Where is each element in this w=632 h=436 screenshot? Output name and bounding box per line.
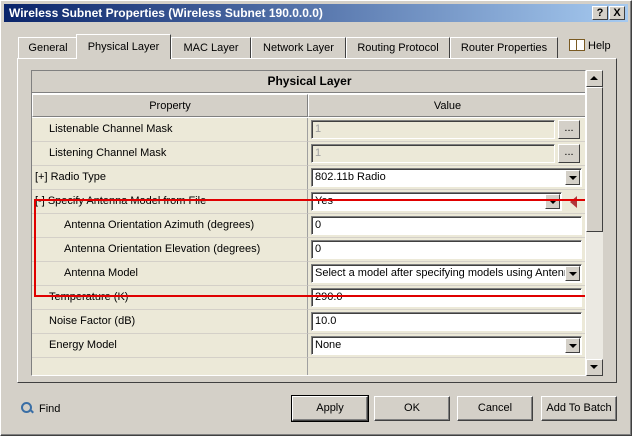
column-header-property[interactable]: Property	[32, 94, 308, 117]
temperature-input[interactable]: 290.0	[311, 288, 582, 307]
grid-blank-area	[32, 358, 585, 375]
column-header-value[interactable]: Value	[308, 94, 585, 117]
help-label: Help	[588, 40, 611, 52]
tab-router-properties[interactable]: Router Properties	[450, 37, 558, 58]
window-title: Wireless Subnet Properties (Wireless Sub…	[9, 6, 323, 20]
property-row: [+] Radio Type 802.11b Radio	[32, 166, 585, 190]
close-button[interactable]: X	[609, 6, 625, 20]
blank-property-cell	[32, 358, 308, 375]
elevation-input[interactable]: 0	[311, 240, 582, 259]
dropdown-value: Yes	[315, 195, 333, 207]
tab-network-layer[interactable]: Network Layer	[251, 37, 346, 58]
find-link[interactable]: Find	[21, 401, 60, 417]
property-row: Temperature (K) 290.0	[32, 286, 585, 310]
property-grid: Physical Layer Property Value Listenable…	[31, 70, 586, 376]
antenna-model-file-dropdown[interactable]: Yes	[311, 192, 562, 211]
help-link[interactable]: Help	[569, 38, 611, 54]
apply-button[interactable]: Apply	[291, 395, 369, 422]
property-row: Listening Channel Mask 1 ...	[32, 142, 585, 166]
tab-mac-layer[interactable]: MAC Layer	[171, 37, 251, 58]
property-value-cell: 0	[308, 214, 585, 238]
radio-type-dropdown[interactable]: 802.11b Radio	[311, 168, 582, 187]
property-name[interactable]: [-] Specify Antenna Model from File	[32, 190, 308, 214]
property-name: Antenna Orientation Azimuth (degrees)	[32, 214, 308, 238]
blank-value-cell	[308, 358, 585, 375]
title-bar[interactable]: Wireless Subnet Properties (Wireless Sub…	[4, 4, 628, 22]
property-value-cell: 0	[308, 238, 585, 262]
property-row: Listenable Channel Mask 1 ...	[32, 118, 585, 142]
tab-general[interactable]: General	[18, 37, 78, 58]
dropdown-value: 802.11b Radio	[315, 171, 386, 183]
property-row: [-] Specify Antenna Model from File Yes	[32, 190, 585, 214]
dropdown-value: Select a model after specifying models u…	[315, 267, 577, 279]
property-value-cell: 1 ...	[308, 142, 585, 166]
property-name: Antenna Model	[32, 262, 308, 286]
tab-routing-protocol[interactable]: Routing Protocol	[346, 37, 450, 58]
title-help-button[interactable]: ?	[592, 6, 608, 20]
property-name: Energy Model	[32, 334, 308, 358]
cancel-button[interactable]: Cancel	[457, 396, 533, 421]
property-name: Temperature (K)	[32, 286, 308, 310]
property-row: Antenna Orientation Elevation (degrees) …	[32, 238, 585, 262]
property-row: Antenna Model Select a model after speci…	[32, 262, 585, 286]
property-value-cell: Yes	[308, 190, 585, 214]
property-value-cell: 1 ...	[308, 118, 585, 142]
find-label: Find	[39, 403, 61, 415]
scrollbar-thumb[interactable]	[586, 87, 603, 232]
chevron-down-icon[interactable]	[565, 170, 580, 185]
antenna-model-dropdown[interactable]: Select a model after specifying models u…	[311, 264, 582, 283]
vertical-scrollbar[interactable]	[586, 70, 603, 376]
azimuth-input[interactable]: 0	[311, 216, 582, 235]
chevron-down-icon[interactable]	[565, 266, 580, 281]
property-name: Antenna Orientation Elevation (degrees)	[32, 238, 308, 262]
magnifier-icon	[21, 402, 34, 414]
chevron-down-icon[interactable]	[565, 338, 580, 353]
property-row: Energy Model None	[32, 334, 585, 358]
property-value-cell: None	[308, 334, 585, 358]
ok-button[interactable]: OK	[374, 396, 450, 421]
noise-factor-input[interactable]: 10.0	[311, 312, 582, 331]
grid-title: Physical Layer	[32, 71, 585, 93]
property-name: Listenable Channel Mask	[32, 118, 308, 142]
property-row: Antenna Orientation Azimuth (degrees) 0	[32, 214, 585, 238]
property-name: Listening Channel Mask	[32, 142, 308, 166]
property-value-cell: 802.11b Radio	[308, 166, 585, 190]
listening-channel-mask-field[interactable]: 1	[311, 144, 555, 163]
listenable-channel-mask-field[interactable]: 1	[311, 120, 555, 139]
scroll-up-button[interactable]	[586, 70, 603, 87]
property-name[interactable]: [+] Radio Type	[32, 166, 308, 190]
add-to-batch-button[interactable]: Add To Batch	[541, 396, 617, 421]
property-row: Noise Factor (dB) 10.0	[32, 310, 585, 334]
browse-button[interactable]: ...	[558, 144, 580, 163]
dropdown-value: None	[315, 339, 342, 351]
book-icon	[569, 39, 585, 51]
scroll-down-button[interactable]	[586, 359, 603, 376]
property-value-cell: 10.0	[308, 310, 585, 334]
browse-button[interactable]: ...	[558, 120, 580, 139]
property-name: Noise Factor (dB)	[32, 310, 308, 334]
chevron-down-icon[interactable]	[545, 194, 560, 209]
property-value-cell: 290.0	[308, 286, 585, 310]
properties-dialog: Wireless Subnet Properties (Wireless Sub…	[0, 0, 632, 436]
tab-panel: Physical Layer Property Value Listenable…	[17, 58, 617, 383]
property-value-cell: Select a model after specifying models u…	[308, 262, 585, 286]
energy-model-dropdown[interactable]: None	[311, 336, 582, 355]
tab-physical-layer[interactable]: Physical Layer	[76, 34, 171, 59]
triangle-left-icon[interactable]	[569, 196, 579, 208]
